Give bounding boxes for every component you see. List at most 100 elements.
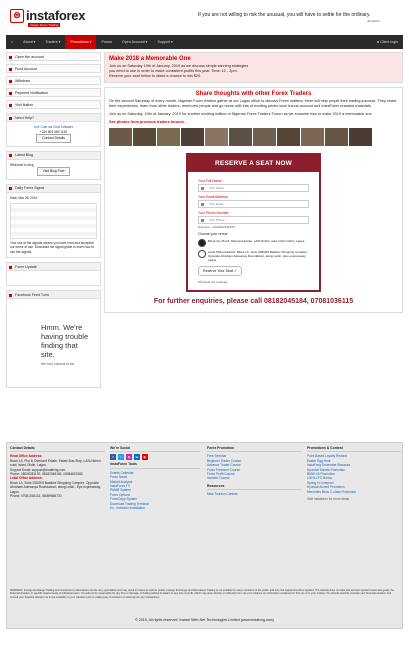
contact-details-button[interactable]: Contact Details — [36, 134, 71, 143]
user-icon — [9, 55, 12, 59]
copyright: © 2019, All rights reserved. Instant Web… — [135, 618, 274, 622]
youtube-icon[interactable]: ▶ — [142, 454, 148, 461]
nav-home[interactable]: ⌂ — [6, 35, 18, 49]
lock-icon: ◘ — [377, 40, 380, 44]
phone-label: Your Phone Number: — [198, 211, 230, 215]
withdraw-icon — [9, 79, 12, 83]
sidebar-visit-nation[interactable]: Visit Nation — [6, 100, 101, 109]
venue-option-head-office[interactable]: Block 1A, Plot 8, Diamond Estate, LASU/I… — [198, 239, 309, 247]
news-title: Forex Update — [15, 264, 37, 269]
facebook-box: Facebook Feed Tutor Hmm. We're having tr… — [6, 290, 101, 389]
forum-photo[interactable] — [277, 128, 300, 146]
main-content: Make 2018 a Memorable One Join us on Sat… — [104, 52, 403, 317]
forum-card: Share thoughts with other Forex Traders … — [104, 87, 403, 313]
forum-photo[interactable] — [133, 128, 156, 146]
forum-photo[interactable] — [325, 128, 348, 146]
sidebar-open-live-account[interactable]: Open live account — [6, 52, 101, 61]
radio-unselected[interactable] — [198, 250, 206, 258]
main-nav: ⌂ About ▾ Traders ▾ Promotions ▾ Promo Open… — [6, 35, 403, 49]
facebook-title: Facebook Feed Tutor — [15, 292, 50, 297]
reserve-form: RESERVE A SEAT NOW Your Full Name: Your … — [186, 153, 321, 292]
footer-link[interactable]: Ex - Indicator Installation — [110, 506, 200, 510]
nav-traders[interactable]: Traders ▾ — [40, 35, 65, 49]
nav-open-account[interactable]: Open Account ▾ — [117, 35, 152, 49]
facebook-icon — [9, 293, 12, 297]
photos-label: See photos from previous traders forums. — [109, 120, 185, 124]
forum-photo[interactable] — [205, 128, 228, 146]
forum-photo[interactable] — [109, 128, 132, 146]
footer-contact: Contact Details Head Office Address: Blo… — [10, 446, 105, 498]
nav-support[interactable]: Support ▾ — [152, 35, 177, 49]
twitter-icon[interactable]: t — [118, 454, 124, 461]
signal-table — [10, 202, 97, 239]
page-title: Make 2018 a Memorable One — [109, 56, 191, 62]
nav-about[interactable]: About ▾ — [18, 35, 40, 49]
header-quote: If you are not willing to risk the unusu… — [198, 12, 371, 18]
chevron-down-icon: ▾ — [58, 40, 61, 44]
forum-photo[interactable] — [181, 128, 204, 146]
signal-box: Daily Forex Signal Date: Mar 28, 2019 Yo… — [6, 183, 101, 259]
footer-contests: Promotions & Contest Point Based Loyalty… — [307, 446, 401, 501]
chat-icon — [9, 116, 12, 120]
required-note: All Fields are required — [198, 280, 228, 284]
footer-link[interactable]: Mercedes Benz C-class Promotion — [307, 490, 401, 494]
facebook-icon[interactable]: f — [110, 454, 116, 461]
reserve-title: RESERVE A SEAT NOW — [188, 155, 319, 172]
phone-icon — [201, 219, 204, 222]
phone-input[interactable]: Your Phone — [198, 216, 309, 224]
section-title: Share thoughts with other Forex Traders — [195, 91, 312, 97]
footer-promotions: Forex Promotion Free Seminar Beginner Tr… — [207, 446, 302, 497]
header: ⊜ instaforex Instant Forex Trading If yo… — [0, 0, 409, 30]
visit-blog-button[interactable]: Visit Blog Post — [36, 167, 71, 176]
forum-photo[interactable] — [253, 128, 276, 146]
phone-example: Example: +2348012345678 — [198, 225, 235, 229]
intro-text: Join us on Saturday 19th of January, 201… — [109, 64, 249, 78]
blog-title: Latest Blog — [15, 153, 33, 158]
footer-link[interactable]: Miss Tourism Contest — [207, 492, 302, 496]
sidebar-fund-account[interactable]: Fund Account — [6, 64, 101, 73]
chevron-down-icon: ▾ — [89, 40, 92, 44]
sidebar-payment-notification[interactable]: Payment Notification — [6, 88, 101, 97]
nav-promotions[interactable]: Promotions ▾ — [65, 35, 97, 49]
chevron-down-icon: ▾ — [145, 40, 148, 44]
instagram-icon[interactable]: ◎ — [126, 454, 132, 461]
livechat-box: Need Help? Live Chat via Chat Software +… — [6, 113, 101, 147]
signal-title: Daily Forex Signal — [15, 186, 45, 191]
forum-photo[interactable] — [229, 128, 252, 146]
email-input[interactable]: Your Email — [198, 200, 309, 208]
radio-selected[interactable] — [198, 239, 206, 247]
enquiries-text: For further enquiries, please call 08182… — [153, 298, 354, 305]
forum-paragraph-2: Join us on Saturday, 19th of January, 20… — [109, 112, 373, 116]
nav-client-login[interactable]: ◘ Client login — [372, 35, 403, 49]
chevron-down-icon: ▾ — [33, 40, 36, 44]
linkedin-icon[interactable]: in — [134, 454, 140, 461]
bell-icon — [9, 91, 12, 95]
sidebar-withdraw[interactable]: Withdraw — [6, 76, 101, 85]
blog-box: Latest Blog Welcome to blog Visit Blog P… — [6, 150, 101, 180]
quote-author: Jim Rohn — [367, 19, 380, 23]
footer-link[interactable]: Investor Course — [207, 476, 302, 480]
news-icon — [9, 265, 12, 269]
signal-date: Date: Mar 28, 2019 — [10, 195, 38, 200]
signal-icon — [9, 187, 12, 191]
reserve-seat-button[interactable]: Reserve Your Seat ✓ — [198, 266, 242, 276]
fb-error-message: Hmm. We're having trouble finding that s… — [41, 323, 89, 360]
blog-icon — [9, 154, 12, 158]
forum-photo[interactable] — [301, 128, 324, 146]
nav-promo[interactable]: Promo — [96, 35, 117, 49]
livechat-title: Need Help? — [15, 115, 34, 120]
venue-option-lekki[interactable]: Lekki Office Address: Block 1A, Suite 20… — [198, 250, 309, 262]
forum-photo[interactable] — [157, 128, 180, 146]
venue-label: Choose your venue: — [198, 232, 229, 236]
logo[interactable]: ⊜ instaforex — [10, 8, 85, 23]
chevron-down-icon: ▾ — [171, 40, 173, 44]
photo-gallery — [105, 128, 402, 149]
full-name-input[interactable]: Your Name — [198, 184, 309, 192]
forum-photo[interactable] — [349, 128, 372, 146]
logo-subtitle: Instant Forex Trading — [28, 23, 61, 27]
logo-text: instaforex — [26, 8, 86, 23]
email-label: Your Email Address: — [198, 195, 229, 199]
check-icon: ✓ — [233, 269, 237, 273]
home-icon: ⌂ — [11, 40, 14, 44]
signal-note: Your use of the signals means you have r… — [10, 240, 94, 254]
